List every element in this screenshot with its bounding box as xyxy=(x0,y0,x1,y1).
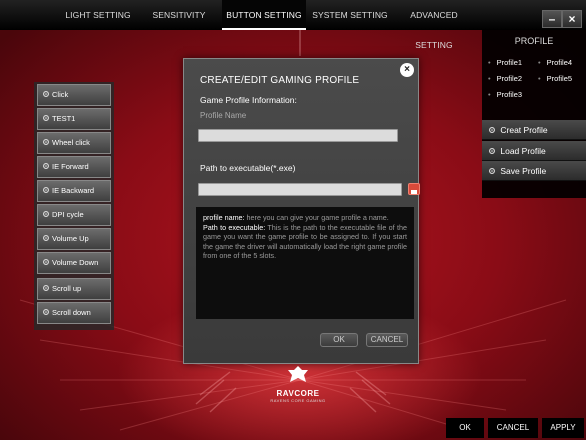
profile-slot-label: Profile1 xyxy=(496,58,523,67)
gear-icon xyxy=(43,211,49,217)
minimize-button[interactable]: – xyxy=(542,10,562,28)
profile-slot-label: Profile5 xyxy=(546,74,573,83)
help-text-box: profile name: here you can give your gam… xyxy=(196,207,414,319)
button-item-label: Volume Up xyxy=(52,234,89,243)
button-item-label: TEST1 xyxy=(52,114,76,123)
button-item-label: Scroll down xyxy=(52,308,91,317)
tab-light-setting[interactable]: LIGHT SETTING xyxy=(48,0,148,30)
button-item-label: IE Forward xyxy=(52,162,89,171)
gear-icon xyxy=(489,148,495,154)
create-profile-label: Creat Profile xyxy=(500,125,548,135)
create-profile-button[interactable]: Creat Profile xyxy=(482,120,586,140)
profile-name-label: Profile Name xyxy=(200,111,247,120)
close-window-button[interactable]: × xyxy=(562,10,582,28)
profile-title: PROFILE xyxy=(514,36,554,46)
path-label: Path to executable(*.exe) xyxy=(200,163,296,173)
bullet-icon: • xyxy=(488,90,491,99)
button-item-dpi-cycle[interactable]: DPI cycle xyxy=(37,204,111,226)
button-item-click[interactable]: Click xyxy=(37,84,111,106)
button-item-label: Wheel click xyxy=(52,138,90,147)
button-item-wheel-click[interactable]: Wheel click xyxy=(37,132,111,154)
apply-button[interactable]: APPLY xyxy=(542,418,584,438)
save-profile-label: Save Profile xyxy=(500,166,547,176)
button-item-ie-forward[interactable]: IE Forward xyxy=(37,156,111,178)
profile-slot-5[interactable]: • Profile5 xyxy=(538,74,572,83)
ravcore-logo: RAVCORE RAVENS CORE GAMING xyxy=(268,365,328,403)
help-name-text: here you can give your game profile a na… xyxy=(244,213,389,222)
gear-icon xyxy=(43,285,49,291)
button-item-label: Click xyxy=(52,90,69,99)
tab-sensitivity[interactable]: SENSITIVITY xyxy=(148,0,210,30)
button-item-scroll-up[interactable]: Scroll up xyxy=(37,278,111,300)
button-item-volume-up[interactable]: Volume Up xyxy=(37,228,111,250)
profile-panel: PROFILE • Profile1 • Profile4 • Profile2 • P… xyxy=(482,30,586,198)
dialog-ok-button[interactable]: OK xyxy=(320,333,358,347)
path-input[interactable] xyxy=(198,183,402,196)
tab-system-setting[interactable]: SYSTEM SETTING xyxy=(310,0,390,30)
button-item-scroll-down[interactable]: Scroll down xyxy=(37,302,111,324)
help-name-term: profile name: xyxy=(203,213,245,222)
profile-name-input[interactable] xyxy=(198,129,398,142)
profile-slot-label: Profile2 xyxy=(496,74,523,83)
gear-icon xyxy=(489,127,495,133)
button-item-label: Scroll up xyxy=(52,284,82,293)
profile-slot-1[interactable]: • Profile1 xyxy=(488,58,522,67)
profile-slot-2[interactable]: • Profile2 xyxy=(488,74,522,83)
browse-folder-button[interactable] xyxy=(408,183,420,195)
dialog-subtitle: Game Profile Information: xyxy=(200,95,297,105)
folder-icon xyxy=(411,190,417,194)
dialog-title: CREATE/EDIT GAMING PROFILE xyxy=(200,75,360,86)
gear-icon xyxy=(43,187,49,193)
create-edit-profile-dialog: × CREATE/EDIT GAMING PROFILE Game Profil… xyxy=(183,58,420,364)
dialog-cancel-button[interactable]: CANCEL xyxy=(366,333,408,347)
help-path-term: Path to executable: xyxy=(203,222,266,232)
gear-icon xyxy=(43,309,49,315)
gear-icon xyxy=(43,163,49,169)
button-item-label: IE Backward xyxy=(52,186,95,195)
gear-icon xyxy=(43,91,49,97)
profile-slot-label: Profile3 xyxy=(496,90,523,99)
close-icon[interactable]: × xyxy=(400,63,414,77)
profile-slot-3[interactable]: • Profile3 xyxy=(488,90,522,99)
bullet-icon: • xyxy=(538,58,541,67)
button-item-label: DPI cycle xyxy=(52,210,84,219)
save-profile-button[interactable]: Save Profile xyxy=(482,161,586,181)
bullet-icon: • xyxy=(488,58,491,67)
button-item-test1[interactable]: TEST1 xyxy=(37,108,111,130)
gear-icon xyxy=(43,115,49,121)
tab-button-setting[interactable]: BUTTON SETTING xyxy=(222,0,306,30)
logo-tagline: RAVENS CORE GAMING xyxy=(270,398,326,403)
profile-slot-4[interactable]: • Profile4 xyxy=(538,58,572,67)
load-profile-label: Load Profile xyxy=(500,146,546,156)
logo-name: RAVCORE xyxy=(276,389,320,398)
gear-icon xyxy=(43,235,49,241)
load-profile-button[interactable]: Load Profile xyxy=(482,141,586,161)
profile-slot-label: Profile4 xyxy=(546,58,573,67)
top-nav-bar: LIGHT SETTING SENSITIVITY BUTTON SETTING… xyxy=(0,0,586,50)
button-item-volume-down[interactable]: Volume Down xyxy=(37,252,111,274)
bullet-icon: • xyxy=(488,74,491,83)
button-item-ie-backward[interactable]: IE Backward xyxy=(37,180,111,202)
cancel-button[interactable]: CANCEL xyxy=(488,418,538,438)
ok-button[interactable]: OK xyxy=(446,418,484,438)
bullet-icon: • xyxy=(538,74,541,83)
tab-advanced-setting[interactable]: ADVANCED SETTING xyxy=(392,0,476,50)
gear-icon xyxy=(489,168,495,174)
gear-icon xyxy=(43,139,49,145)
gear-icon xyxy=(43,259,49,265)
raven-emblem-icon xyxy=(288,366,308,382)
button-item-label: Volume Down xyxy=(52,258,99,267)
button-assignment-list: Click TEST1 Wheel click IE Forward IE Ba… xyxy=(34,82,114,330)
